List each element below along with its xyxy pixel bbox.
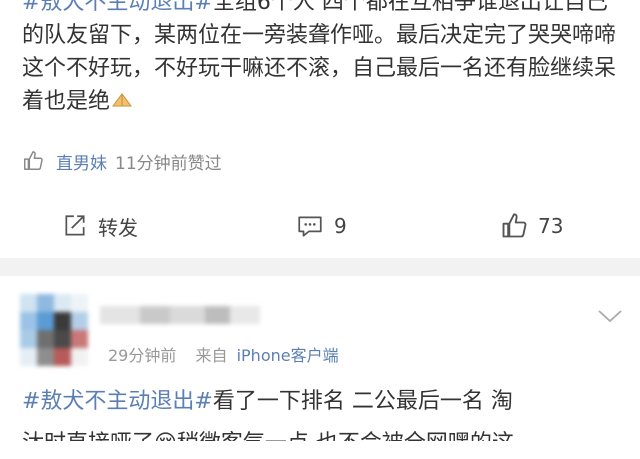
comment-body: 看了一下排名 二公最后一名 淘	[212, 389, 513, 414]
thumbs-up-icon	[502, 213, 527, 238]
comment-meta: 29分钟前 来自 iPhone客户端	[108, 342, 339, 366]
share-icon	[65, 215, 85, 236]
share-button[interactable]: 转发	[62, 203, 138, 249]
comment-text-line2: 汰时直接哑了😢稍微客气一点 也不会被全网嘿的这	[22, 431, 514, 456]
comment-icon	[298, 216, 322, 237]
comment-time: 29分钟前	[108, 346, 177, 365]
liked-time: 11分钟前赞过	[115, 153, 222, 174]
comment-source[interactable]: iPhone客户端	[237, 346, 339, 365]
comment-from-label: 来自	[195, 346, 228, 365]
comment-text: #敖犬不主动退出#看了一下排名 二公最后一名 淘	[22, 384, 632, 420]
praying-hands-emoji-icon	[112, 93, 133, 107]
chevron-down-icon[interactable]	[597, 308, 623, 324]
post-text: #敖犬不主动退出#全组6个人 四个都在互相争谁退出让自己的队友留下，某两位在一旁…	[22, 0, 622, 118]
like-button[interactable]: 73	[500, 203, 563, 249]
share-label: 转发	[98, 215, 138, 240]
comment-count: 9	[334, 214, 347, 238]
commenter-name-blurred[interactable]	[100, 302, 260, 328]
liked-by-row: 直男妹 11分钟前赞过	[22, 146, 222, 176]
like-count: 73	[538, 214, 564, 238]
avatar[interactable]	[20, 294, 88, 366]
action-bar: 转发 9 73	[0, 203, 640, 249]
comment-hashtag[interactable]: #敖犬不主动退出#	[22, 389, 213, 414]
thumbs-up-icon	[24, 151, 43, 170]
post-hashtag[interactable]: #敖犬不主动退出#	[22, 0, 213, 15]
comment-button[interactable]: 9	[296, 203, 347, 249]
liker-username[interactable]: 直男妹	[56, 149, 107, 174]
section-separator	[0, 258, 640, 276]
